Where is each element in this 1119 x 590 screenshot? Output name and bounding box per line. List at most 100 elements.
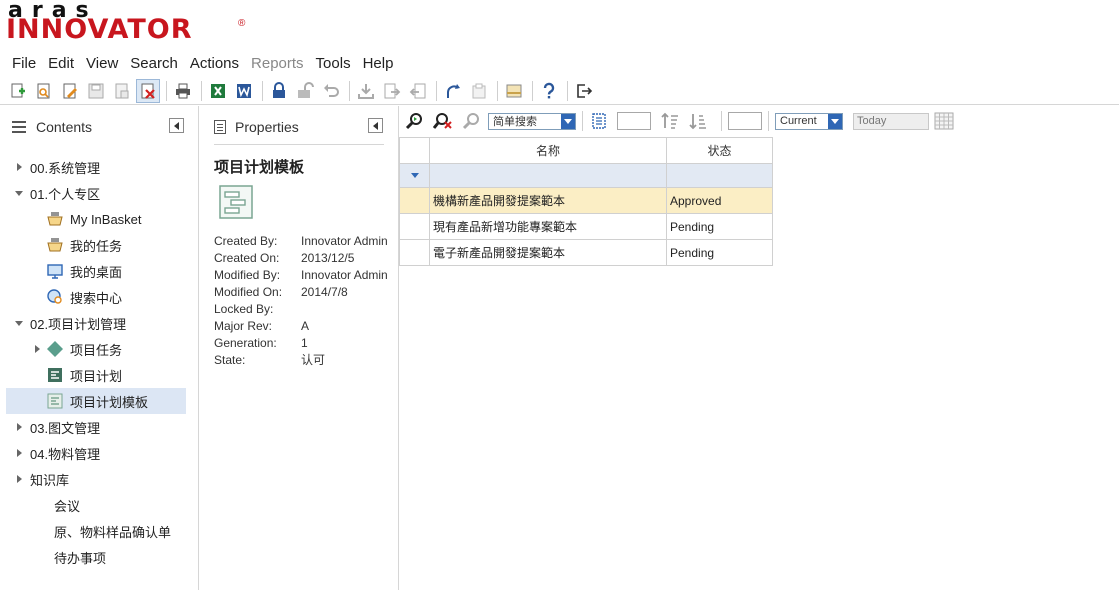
logout-icon[interactable] (572, 79, 596, 103)
tree-item-document-mgmt[interactable]: 03.图文管理 (6, 414, 186, 440)
logo-innovator-text: INNOVATOR (6, 14, 193, 45)
table-row[interactable]: 機構新產品開發提案範本 Approved (399, 187, 773, 214)
prop-value: 2014/7/8 (301, 285, 348, 299)
tree-item-project-tasks[interactable]: 项目任务 (6, 336, 186, 362)
tree-item-project-plan-mgmt[interactable]: 02.项目计划管理 (6, 310, 186, 336)
row-selector-cell[interactable] (399, 239, 430, 266)
cell-status[interactable]: Approved (666, 187, 773, 214)
search-center-icon (46, 288, 64, 306)
expand-arrow-icon[interactable] (30, 342, 44, 356)
toolbar-separator (532, 80, 533, 101)
tree-item-search-center[interactable]: 搜索中心 (6, 284, 186, 310)
undo-icon[interactable] (319, 79, 343, 103)
grid-header-row: 名称 状态 (399, 137, 773, 164)
layout-toggle-icon[interactable] (502, 79, 526, 103)
tree-item-sample-confirmation[interactable]: 原、物料样品确认单 (6, 518, 186, 544)
tree-item-project-plan-template[interactable]: 项目计划模板 (6, 388, 186, 414)
date-input[interactable]: Today (853, 112, 929, 130)
row-selector-cell[interactable] (399, 213, 430, 240)
hamburger-icon[interactable] (12, 121, 26, 133)
help-icon[interactable] (537, 79, 561, 103)
filter-name-cell[interactable] (429, 163, 667, 188)
clear-search-icon[interactable] (432, 110, 454, 132)
row-selector-cell[interactable] (399, 187, 430, 214)
tree-item-label: 02.项目计划管理 (30, 316, 127, 332)
tree-item-personal-area[interactable]: 01.个人专区 (6, 180, 186, 206)
tree-item-meeting[interactable]: 会议 (6, 492, 186, 518)
table-row[interactable]: 現有產品新增功能專案範本 Pending (399, 213, 773, 240)
expand-arrow-icon[interactable] (12, 472, 26, 486)
run-search-icon[interactable] (404, 110, 426, 132)
new-item-icon[interactable] (6, 79, 30, 103)
lock-icon[interactable] (267, 79, 291, 103)
menu-bar: File Edit View Search Actions Reports To… (0, 54, 399, 74)
menu-reports[interactable]: Reports (245, 54, 310, 74)
tree-item-project-plan[interactable]: 项目计划 (6, 362, 186, 388)
column-header-status[interactable]: 状态 (666, 137, 773, 164)
max-results-input[interactable] (728, 112, 762, 130)
menu-help[interactable]: Help (357, 54, 400, 74)
tree-item-my-desktop[interactable]: 我的桌面 (6, 258, 186, 284)
tree-item-my-tasks[interactable]: 我的任务 (6, 232, 186, 258)
save-copy-icon[interactable] (110, 79, 134, 103)
expand-arrow-icon[interactable] (12, 160, 26, 174)
menu-tools[interactable]: Tools (310, 54, 357, 74)
contents-panel-divider[interactable] (198, 106, 199, 590)
sort-ascending-icon[interactable] (659, 110, 681, 132)
cell-name[interactable]: 電子新產品開發提案範本 (429, 239, 667, 266)
collapse-arrow-icon[interactable] (12, 186, 26, 200)
tree-item-todo[interactable]: 待办事项 (6, 544, 186, 570)
toolbar-separator (567, 80, 568, 101)
inbasket-icon (46, 210, 64, 228)
filter-status-cell[interactable] (666, 163, 773, 188)
edit-item-icon[interactable] (58, 79, 82, 103)
results-grid: 名称 状态 機構新產品開發提案範本 Approved 現有產品新增功能專案範本 … (399, 137, 773, 266)
expand-arrow-icon[interactable] (12, 420, 26, 434)
cell-status[interactable]: Pending (666, 239, 773, 266)
promote-icon[interactable] (441, 79, 465, 103)
calendar-icon[interactable] (933, 110, 955, 132)
tree-item-label: 00.系统管理 (30, 160, 101, 176)
tree-item-label: 我的桌面 (70, 264, 123, 280)
unlock-icon[interactable] (293, 79, 317, 103)
menu-actions[interactable]: Actions (184, 54, 245, 74)
search-mode-select[interactable]: 简单搜索 (488, 112, 576, 130)
clipboard-icon[interactable] (467, 79, 491, 103)
tree-item-system-admin[interactable]: 00.系统管理 (6, 154, 186, 180)
tree-item-knowledge-base[interactable]: 知识库 (6, 466, 186, 492)
version-select[interactable]: Current (775, 112, 843, 130)
cell-status[interactable]: Pending (666, 213, 773, 240)
export-word-icon[interactable] (232, 79, 256, 103)
menu-edit[interactable]: Edit (42, 54, 80, 74)
download-icon[interactable] (354, 79, 378, 103)
save-icon[interactable] (84, 79, 108, 103)
check-out-icon[interactable] (406, 79, 430, 103)
column-header-name[interactable]: 名称 (429, 137, 667, 164)
prop-generation: Generation: 1 (214, 335, 399, 352)
tree-item-material-mgmt[interactable]: 04.物料管理 (6, 440, 186, 466)
expand-arrow-icon[interactable] (12, 446, 26, 460)
export-excel-icon[interactable] (206, 79, 230, 103)
page-size-icon[interactable] (589, 110, 611, 132)
collapse-contents-button[interactable] (169, 118, 184, 133)
delete-item-icon[interactable] (136, 78, 160, 103)
check-in-icon[interactable] (380, 79, 404, 103)
menu-file[interactable]: File (0, 54, 42, 74)
cell-name[interactable]: 機構新產品開發提案範本 (429, 187, 667, 214)
prop-label: Locked By: (214, 302, 274, 316)
open-search-icon[interactable] (32, 79, 56, 103)
sort-descending-icon[interactable] (687, 110, 709, 132)
tree-item-my-inbasket[interactable]: My InBasket (6, 206, 186, 232)
print-icon[interactable] (171, 79, 195, 103)
page-size-input[interactable] (617, 112, 651, 130)
cell-name[interactable]: 現有產品新增功能專案範本 (429, 213, 667, 240)
collapse-properties-button[interactable] (368, 118, 383, 133)
menu-search[interactable]: Search (124, 54, 184, 74)
collapse-arrow-icon[interactable] (12, 316, 26, 330)
filter-toggle-cell[interactable] (399, 163, 430, 188)
saved-search-icon[interactable] (460, 110, 482, 132)
tree-item-label: 待办事项 (54, 550, 107, 566)
table-row[interactable]: 電子新產品開發提案範本 Pending (399, 239, 773, 266)
plan-icon (46, 366, 64, 384)
menu-view[interactable]: View (80, 54, 124, 74)
